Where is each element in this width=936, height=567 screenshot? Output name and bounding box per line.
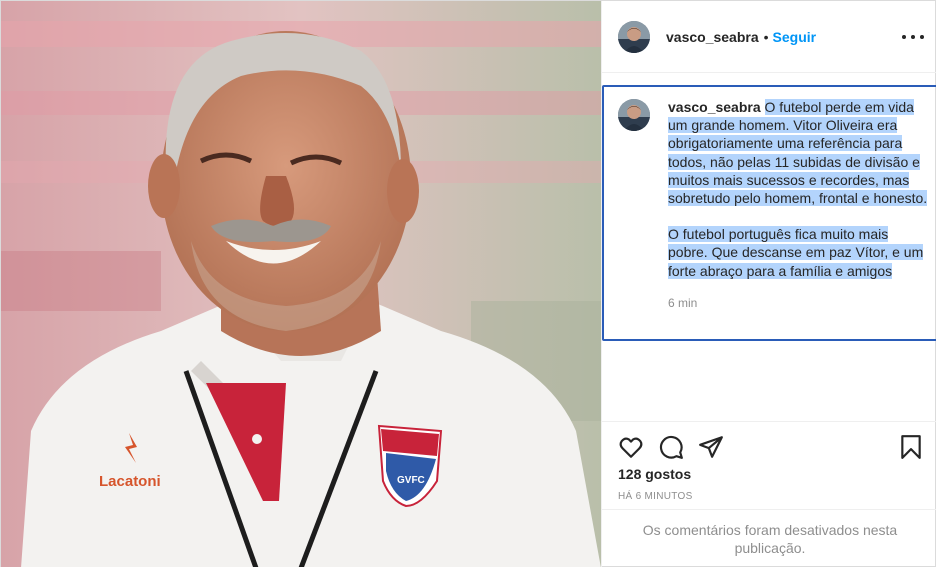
avatar-icon — [618, 99, 650, 131]
shirt-brand-logo: Lacatoni — [99, 473, 161, 490]
comments-disabled-notice: Os comentários foram desativados nesta p… — [602, 509, 936, 567]
more-horizontal-icon[interactable] — [902, 27, 924, 47]
action-bar — [602, 421, 936, 469]
post-side-panel: vasco_seabra • Seguir vasco_seabra O fut… — [601, 1, 936, 567]
separator-dot: • — [763, 28, 769, 45]
username-link[interactable]: vasco_seabra — [666, 29, 759, 45]
post-timestamp[interactable]: HÁ 6 MINUTOS — [618, 491, 693, 502]
caption-paragraph-2: O futebol português fica muito mais pobr… — [668, 226, 924, 279]
heart-icon[interactable] — [618, 434, 644, 460]
caption-timestamp[interactable]: 6 min — [668, 294, 930, 312]
post-header: vasco_seabra • Seguir — [602, 1, 936, 73]
post-photo[interactable]: Lacatoni GVFC — [1, 1, 601, 567]
avatar[interactable] — [618, 20, 650, 53]
comment-icon[interactable] — [658, 434, 684, 460]
like-count[interactable]: 128 gostos — [618, 466, 691, 482]
avatar-icon — [618, 20, 650, 53]
instagram-post: Lacatoni GVFC vasco_seabra • Seguir vasc… — [0, 0, 936, 567]
caption-avatar[interactable] — [618, 99, 650, 131]
follow-button[interactable]: Seguir — [773, 29, 817, 45]
bookmark-icon[interactable] — [898, 434, 924, 460]
caption-block: vasco_seabra O futebol perde em vida um … — [602, 85, 936, 341]
club-crest-text: GVFC — [397, 475, 425, 486]
caption-username-link[interactable]: vasco_seabra — [668, 99, 761, 115]
caption-paragraph-1: O futebol perde em vida um grande homem.… — [668, 99, 928, 207]
portrait-illustration: Lacatoni GVFC — [1, 1, 601, 567]
paper-plane-icon[interactable] — [698, 434, 724, 460]
caption-text: vasco_seabra O futebol perde em vida um … — [668, 98, 930, 312]
